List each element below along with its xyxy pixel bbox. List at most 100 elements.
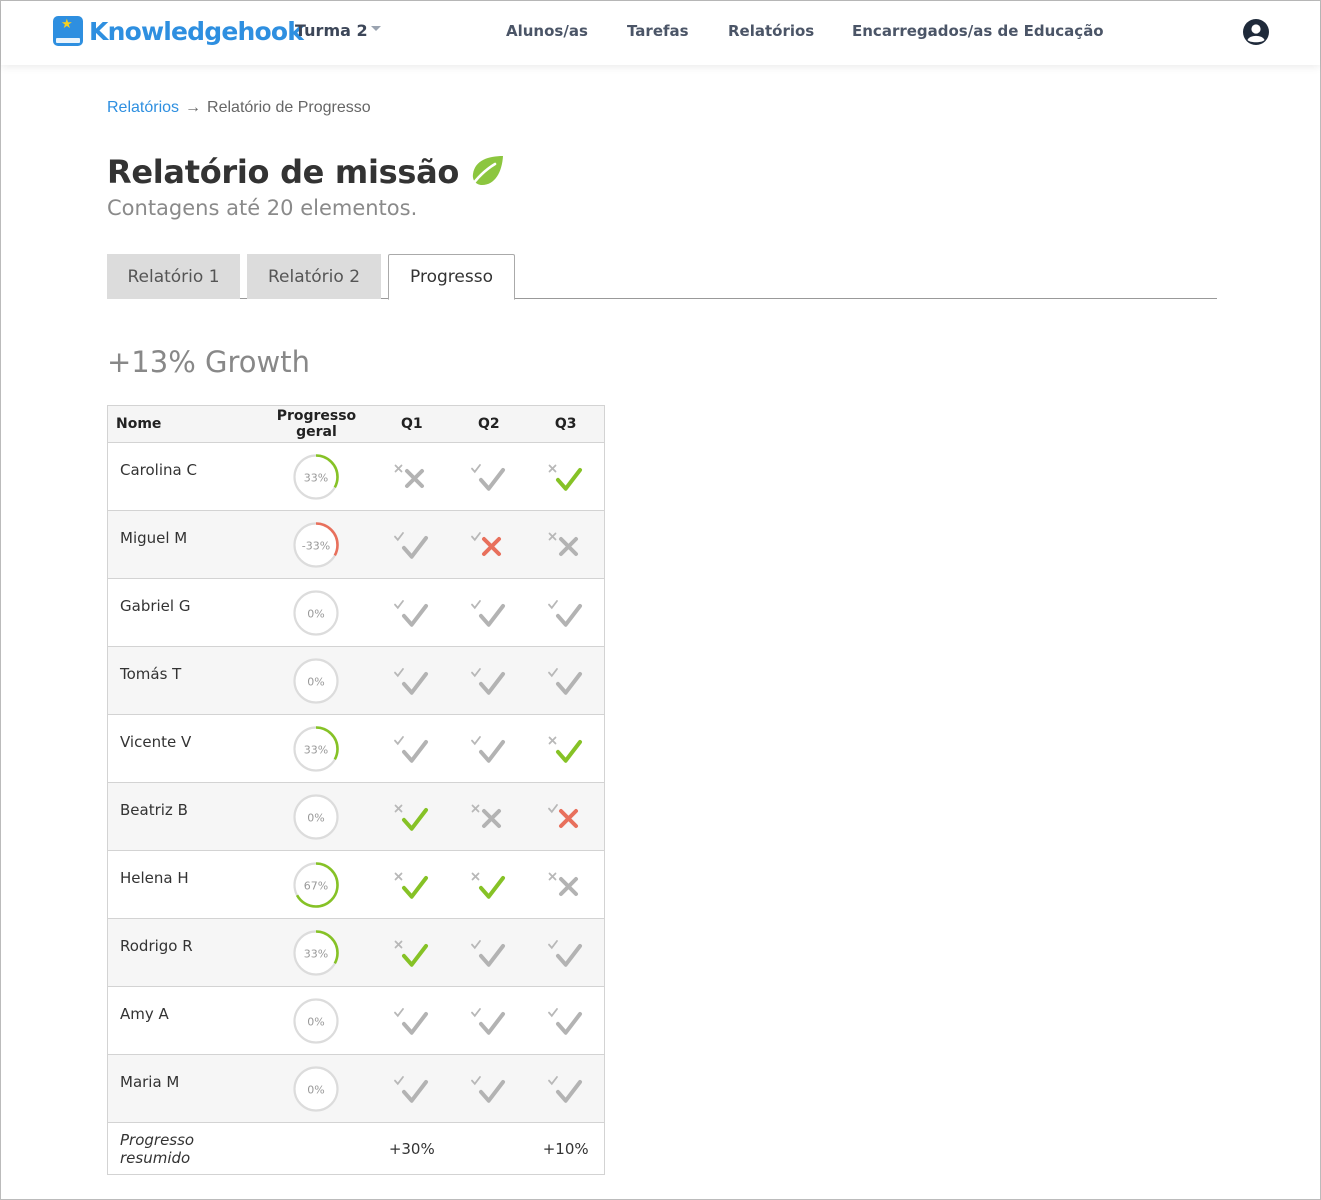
small-check-icon: [470, 599, 481, 609]
small-check-icon: [393, 667, 404, 677]
student-name[interactable]: Gabriel G: [107, 578, 260, 647]
check-icon: [478, 1079, 505, 1103]
check-icon: [555, 603, 582, 627]
result-q2: [450, 782, 528, 851]
check-icon: [401, 535, 428, 559]
progress-ring-label: 0%: [308, 1083, 325, 1096]
overall-progress: 0%: [259, 578, 374, 647]
user-circle-icon[interactable]: [1242, 18, 1270, 46]
check-mark-icon: [548, 464, 582, 491]
overall-progress: -33%: [259, 510, 374, 579]
leaf-icon: [468, 156, 504, 190]
result-q3: [527, 646, 605, 715]
summary-q1: +30%: [373, 1122, 451, 1175]
result-q1: [373, 782, 451, 851]
progress-ring-label: 0%: [308, 675, 325, 688]
tab-report-2[interactable]: Relatório 2: [247, 254, 381, 299]
small-check-icon: [547, 1075, 558, 1085]
breadcrumb-link-reports[interactable]: Relatórios: [107, 99, 179, 117]
brand-logo[interactable]: ★ Knowledgehook: [53, 15, 304, 47]
student-name[interactable]: Tomás T: [107, 646, 260, 715]
small-cross-icon: [548, 464, 557, 472]
check-mark-icon: [547, 1007, 582, 1035]
small-check-icon: [393, 531, 404, 541]
check-icon: [478, 671, 505, 695]
summary-row: Progresso resumido +30% +10%: [107, 1122, 605, 1175]
check-mark-icon: [547, 599, 582, 627]
result-q1: [373, 442, 451, 511]
progress-ring: -33%: [293, 521, 340, 568]
result-q2: [450, 986, 528, 1055]
nav-link-guardians[interactable]: Encarregados/as de Educação: [852, 22, 1104, 40]
breadcrumb: Relatórios → Relatório de Progresso: [107, 99, 371, 117]
cross-icon: [558, 536, 578, 556]
tab-progress[interactable]: Progresso: [388, 254, 515, 300]
small-check-icon: [470, 463, 481, 473]
check-icon: [478, 467, 505, 491]
result-q1: [373, 1054, 451, 1123]
student-name[interactable]: Maria M: [107, 1054, 260, 1123]
table-row: Vicente V 33%: [107, 714, 605, 783]
check-icon: [401, 739, 428, 763]
progress-ring-label: 0%: [308, 1015, 325, 1028]
table-row: Amy A 0%: [107, 986, 605, 1055]
class-selector[interactable]: Turma 2: [295, 21, 381, 40]
check-mark-icon: [547, 1075, 582, 1103]
small-check-icon: [393, 735, 404, 745]
check-mark-icon: [393, 667, 428, 695]
nav-link-assignments[interactable]: Tarefas: [627, 22, 689, 40]
small-cross-icon: [548, 872, 557, 880]
progress-ring: 0%: [293, 589, 340, 636]
result-q2: [450, 1054, 528, 1123]
small-cross-icon: [548, 532, 557, 540]
overall-progress: 0%: [259, 986, 374, 1055]
result-q3: [527, 850, 605, 919]
result-q2: [450, 578, 528, 647]
check-icon: [401, 1011, 428, 1035]
nav-link-reports[interactable]: Relatórios: [728, 22, 814, 40]
result-q3: [527, 578, 605, 647]
check-mark-icon: [470, 1075, 505, 1103]
result-q3: [527, 782, 605, 851]
tab-report-1[interactable]: Relatório 1: [107, 254, 240, 299]
overall-progress: 67%: [259, 850, 374, 919]
growth-summary: +13% Growth: [107, 345, 310, 379]
nav-link-students[interactable]: Alunos/as: [506, 22, 588, 40]
student-name[interactable]: Vicente V: [107, 714, 260, 783]
result-q3: [527, 1054, 605, 1123]
chevron-down-icon: [370, 26, 381, 31]
summary-q2: [450, 1122, 528, 1175]
small-cross-icon: [394, 804, 403, 812]
table-row: Beatriz B 0%: [107, 782, 605, 851]
overall-progress: 0%: [259, 1054, 374, 1123]
check-mark-icon: [393, 1007, 428, 1035]
student-name[interactable]: Beatriz B: [107, 782, 260, 851]
check-icon: [555, 943, 582, 967]
student-name[interactable]: Helena H: [107, 850, 260, 919]
brand-name: Knowledgehook: [89, 16, 304, 46]
check-mark-icon: [548, 736, 582, 763]
progress-ring: 33%: [293, 929, 340, 976]
student-name[interactable]: Rodrigo R: [107, 918, 260, 987]
header-q1: Q1: [373, 405, 451, 443]
overall-progress: 0%: [259, 646, 374, 715]
check-icon: [401, 943, 428, 967]
cross-icon: [481, 536, 501, 556]
result-q1: [373, 646, 451, 715]
overall-progress: 33%: [259, 918, 374, 987]
class-selector-label: Turma 2: [295, 21, 368, 40]
result-q1: [373, 850, 451, 919]
small-cross-icon: [471, 872, 480, 880]
check-icon: [555, 671, 582, 695]
result-q1: [373, 714, 451, 783]
small-check-icon: [547, 1007, 558, 1017]
table-row: Tomás T 0%: [107, 646, 605, 715]
student-name[interactable]: Amy A: [107, 986, 260, 1055]
student-name[interactable]: Miguel M: [107, 510, 260, 579]
student-name[interactable]: Carolina C: [107, 442, 260, 511]
cross-mark-icon: [548, 532, 578, 556]
table-header-row: Nome Progresso geral Q1 Q2 Q3: [107, 405, 605, 443]
check-mark-icon: [393, 531, 428, 559]
small-check-icon: [470, 531, 481, 541]
progress-ring-label: 0%: [308, 811, 325, 824]
